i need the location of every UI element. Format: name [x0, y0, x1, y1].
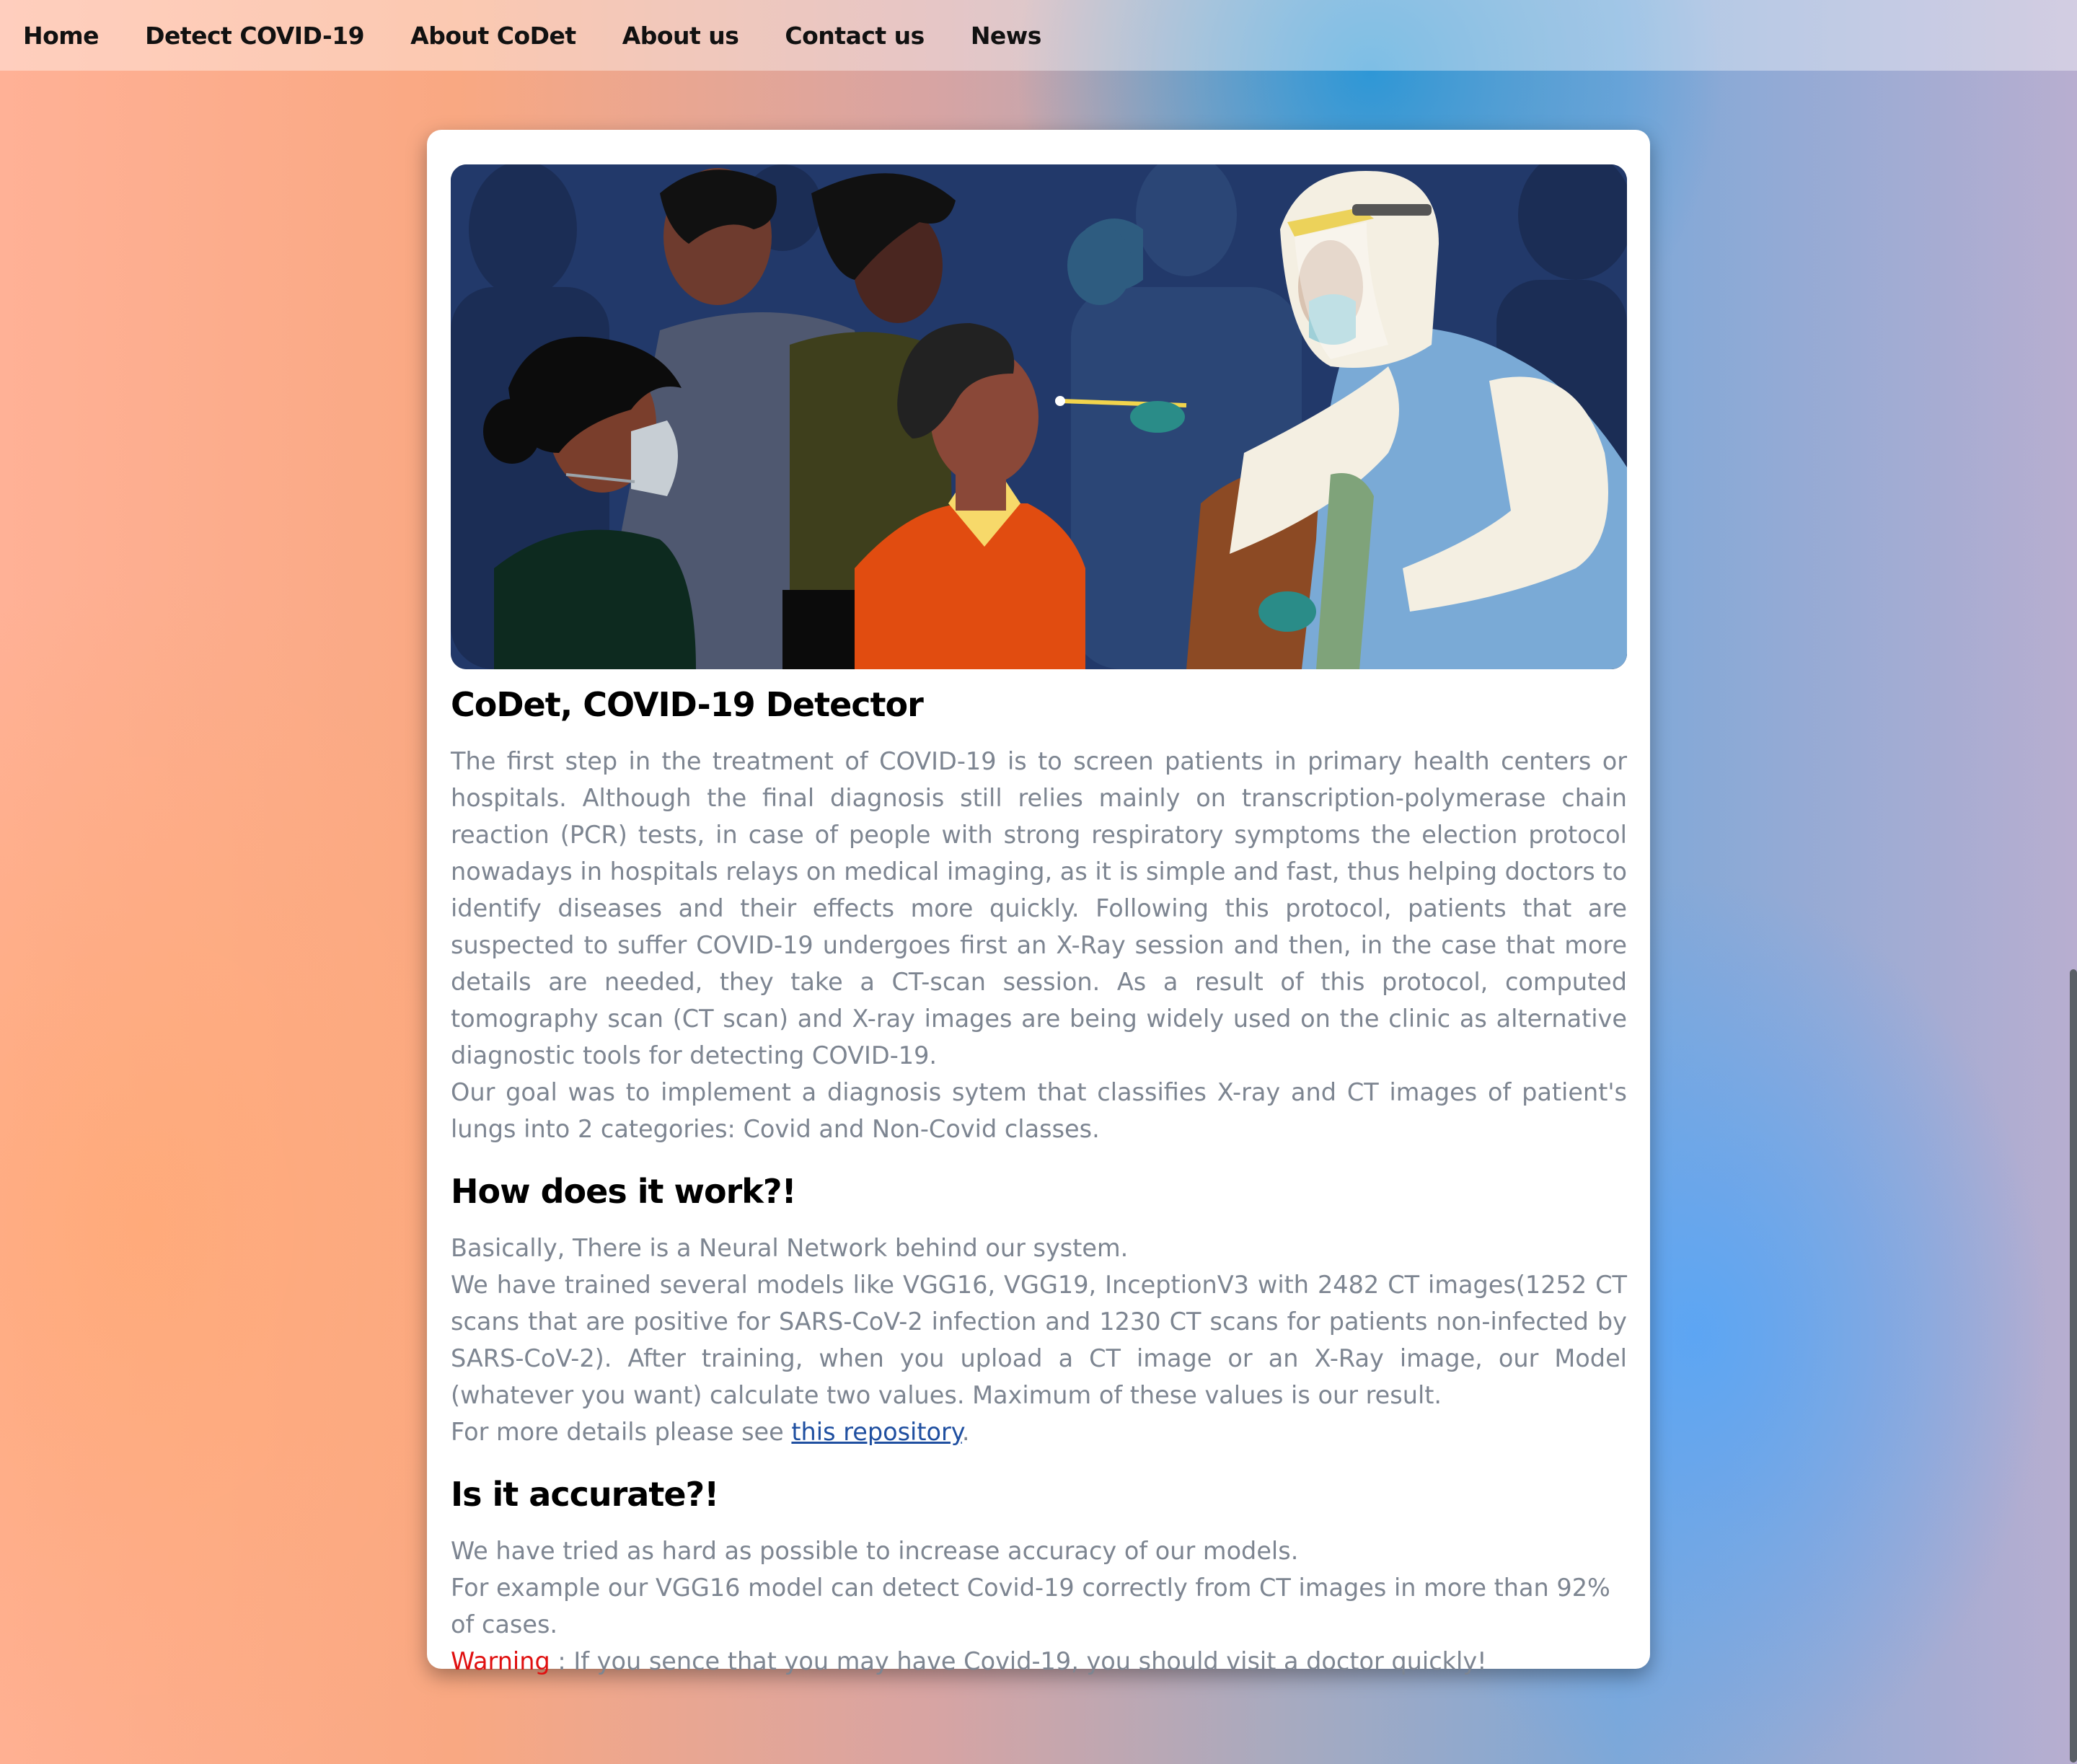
how-line-1: Basically, There is a Neural Network beh…: [451, 1234, 1129, 1262]
top-navbar: Home Detect COVID-19 About CoDet About u…: [0, 0, 2077, 71]
how-more-details: For more details please see this reposit…: [451, 1414, 1627, 1450]
illustration-svg: [451, 164, 1627, 669]
intro-title: CoDet, COVID-19 Detector: [451, 685, 924, 724]
more-details-suffix: .: [961, 1418, 970, 1446]
intro-paragraph-1: The first step in the treatment of COVID…: [451, 747, 1627, 1070]
intro-paragraph-2: Our goal was to implement a diagnosis sy…: [451, 1078, 1627, 1143]
accuracy-line-1: We have tried as hard as possible to inc…: [451, 1537, 1299, 1565]
nav-contact-us[interactable]: Contact us: [785, 22, 925, 50]
warning-label: Warning: [451, 1647, 550, 1675]
accuracy-body: We have tried as hard as possible to inc…: [451, 1533, 1627, 1680]
intro-body: The first step in the treatment of COVID…: [451, 743, 1627, 1147]
warning-line: Warning : If you sence that you may have…: [451, 1643, 1627, 1680]
nav-news[interactable]: News: [971, 22, 1042, 50]
accuracy-line-2: For example our VGG16 model can detect C…: [451, 1574, 1610, 1639]
how-line-2: We have trained several models like VGG1…: [451, 1271, 1627, 1409]
how-title: How does it work?!: [451, 1172, 797, 1211]
main-card: CoDet, COVID-19 Detector The first step …: [427, 130, 1650, 1675]
more-details-prefix: For more details please see: [451, 1418, 792, 1446]
repository-link[interactable]: this repository: [791, 1418, 961, 1446]
nav-about-us[interactable]: About us: [622, 22, 739, 50]
nav-home[interactable]: Home: [23, 22, 100, 50]
accuracy-title: Is it accurate?!: [451, 1475, 719, 1514]
how-body: Basically, There is a Neural Network beh…: [451, 1230, 1627, 1450]
nav-detect-covid[interactable]: Detect COVID-19: [145, 22, 365, 50]
article-content: CoDet, COVID-19 Detector The first step …: [451, 678, 1627, 1680]
covid-test-illustration: [451, 164, 1627, 669]
warning-text: : If you sence that you may have Covid-1…: [550, 1647, 1487, 1675]
nav-about-codet[interactable]: About CoDet: [410, 22, 576, 50]
page-scrollbar[interactable]: [2070, 969, 2077, 1763]
